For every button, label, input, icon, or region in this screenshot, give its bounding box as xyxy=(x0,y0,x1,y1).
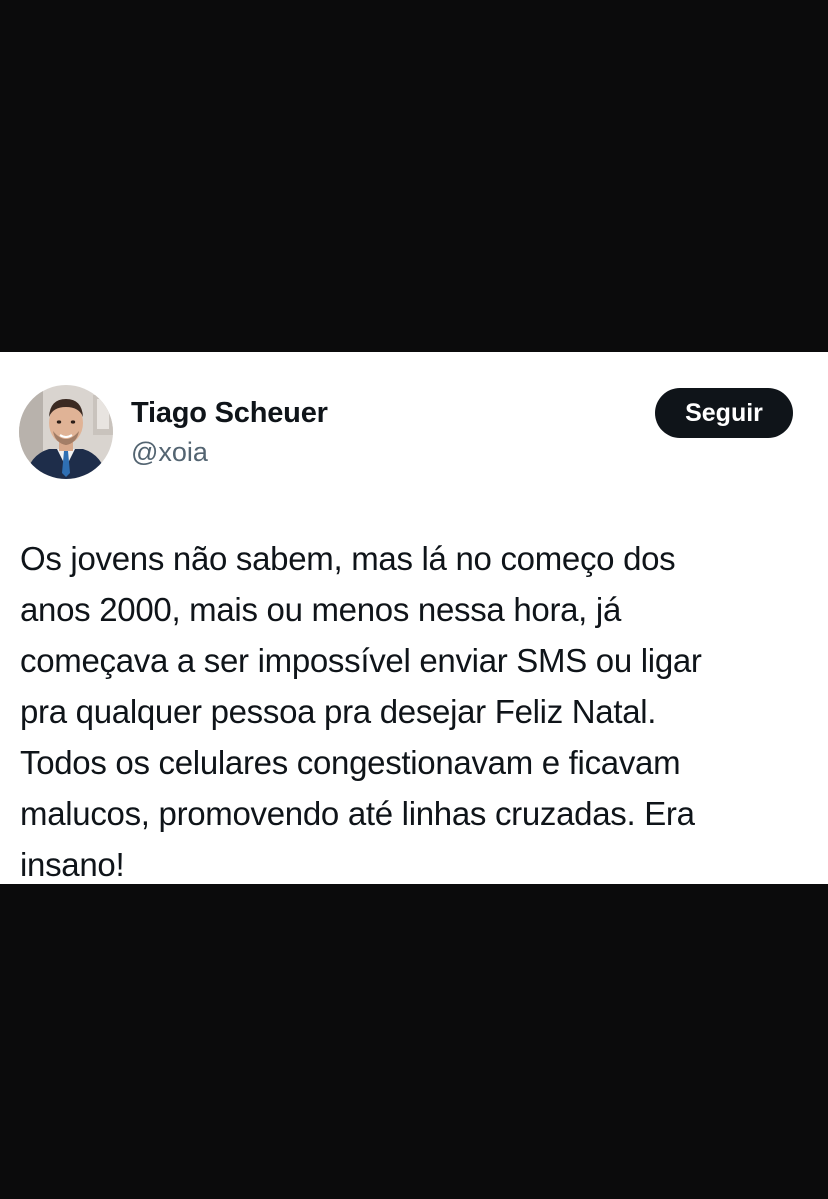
tweet-text-line: anos 2000, mais ou menos nessa hora, já xyxy=(20,591,622,628)
tweet-text-line: Os jovens não sabem, mas lá no começo do… xyxy=(20,540,676,577)
author-name[interactable]: Tiago Scheuer xyxy=(131,395,328,431)
tweet-text: Os jovens não sabem, mas lá no começo do… xyxy=(20,533,800,890)
follow-button[interactable]: Seguir xyxy=(655,388,793,438)
tweet-card: Tiago Scheuer @xoia Seguir Os jovens não… xyxy=(0,352,828,884)
author-avatar[interactable] xyxy=(19,385,113,479)
screenshot-page: Tiago Scheuer @xoia Seguir Os jovens não… xyxy=(0,0,828,1199)
tweet-text-line: pra qualquer pessoa pra desejar Feliz Na… xyxy=(20,693,657,730)
avatar-photo-icon xyxy=(19,385,113,479)
tweet-text-line: Todos os celulares congestionavam e fica… xyxy=(20,744,681,781)
tweet-text-line: insano! xyxy=(20,846,125,883)
tweet-text-line: começava a ser impossível enviar SMS ou … xyxy=(20,642,702,679)
author-handle[interactable]: @xoia xyxy=(131,435,208,469)
tweet-text-line: malucos, promovendo até linhas cruzadas.… xyxy=(20,795,695,832)
